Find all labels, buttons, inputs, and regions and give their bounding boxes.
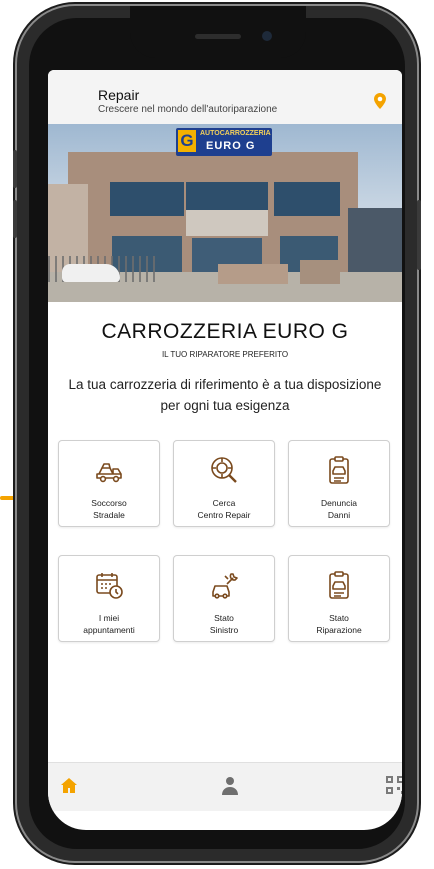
tow-truck-icon [96,463,122,483]
tile-cerca-centro-repair[interactable]: Cerca Centro Repair [173,440,275,527]
car-image [62,264,120,282]
calendar-clock-icon [96,573,123,599]
tile-label-line2: Riparazione [316,625,362,635]
hero-image: G AUTOCARROZZERIA EURO G [48,124,402,302]
bottom-navigation [48,762,402,811]
tile-label-line2: Stradale [93,510,125,520]
tile-label-line2: appuntamenti [83,625,135,635]
power-button [417,200,421,270]
tile-label-line2: Sinistro [209,625,239,635]
company-tagline: IL TUO RIPARATORE PREFERITO [161,350,289,359]
sign-top-text: AUTOCARROZZERIA [200,130,271,137]
home-icon[interactable] [60,777,78,795]
tile-stato-sinistro[interactable]: Stato Sinistro [173,555,275,642]
company-description: La tua carrozzeria di riferimento è a tu… [68,377,382,413]
tile-label-line2: Danni [327,510,351,520]
app-screen: Repair Crescere nel mondo dell'autoripar… [48,70,402,830]
tile-label-line1: I miei [98,613,120,623]
volume-down-button [13,200,17,238]
tile-denuncia-danni[interactable]: Denuncia Danni [288,440,390,527]
company-name: CARROZZERIA EURO G [101,320,349,343]
logo-letter: G [178,130,196,152]
tile-i-miei-appuntamenti[interactable]: I miei appuntamenti [58,555,160,642]
tile-label-line1: Stato [214,613,234,623]
car-wrench-icon [212,573,238,599]
tire-search-icon [211,457,237,483]
tile-label-line1: Stato [329,613,349,623]
tile-stato-riparazione[interactable]: Stato Riparazione [288,555,390,642]
phone-notch [130,6,306,58]
user-icon[interactable] [222,776,238,796]
sign-bottom-text: EURO G [206,140,256,152]
app-header: Repair Crescere nel mondo dell'autoripar… [48,70,402,125]
map-pin-icon[interactable] [374,93,386,109]
clipboard-car-icon [329,456,349,484]
tile-label-line1: Denuncia [321,498,357,508]
front-camera [262,31,272,41]
tile-label-line2: Centro Repair [197,510,251,520]
app-subtitle: Crescere nel mondo dell'autoriparazione [98,104,278,115]
tile-label-line1: Soccorso [91,498,127,508]
tile-soccorso-stradale[interactable]: Soccorso Stradale [58,440,160,527]
qr-code-icon[interactable] [386,776,402,794]
clipboard-car-icon [329,571,349,599]
speaker [195,34,241,39]
volume-up-button [13,150,17,188]
app-title: Repair [98,87,140,103]
tile-label-line1: Cerca [212,498,236,508]
